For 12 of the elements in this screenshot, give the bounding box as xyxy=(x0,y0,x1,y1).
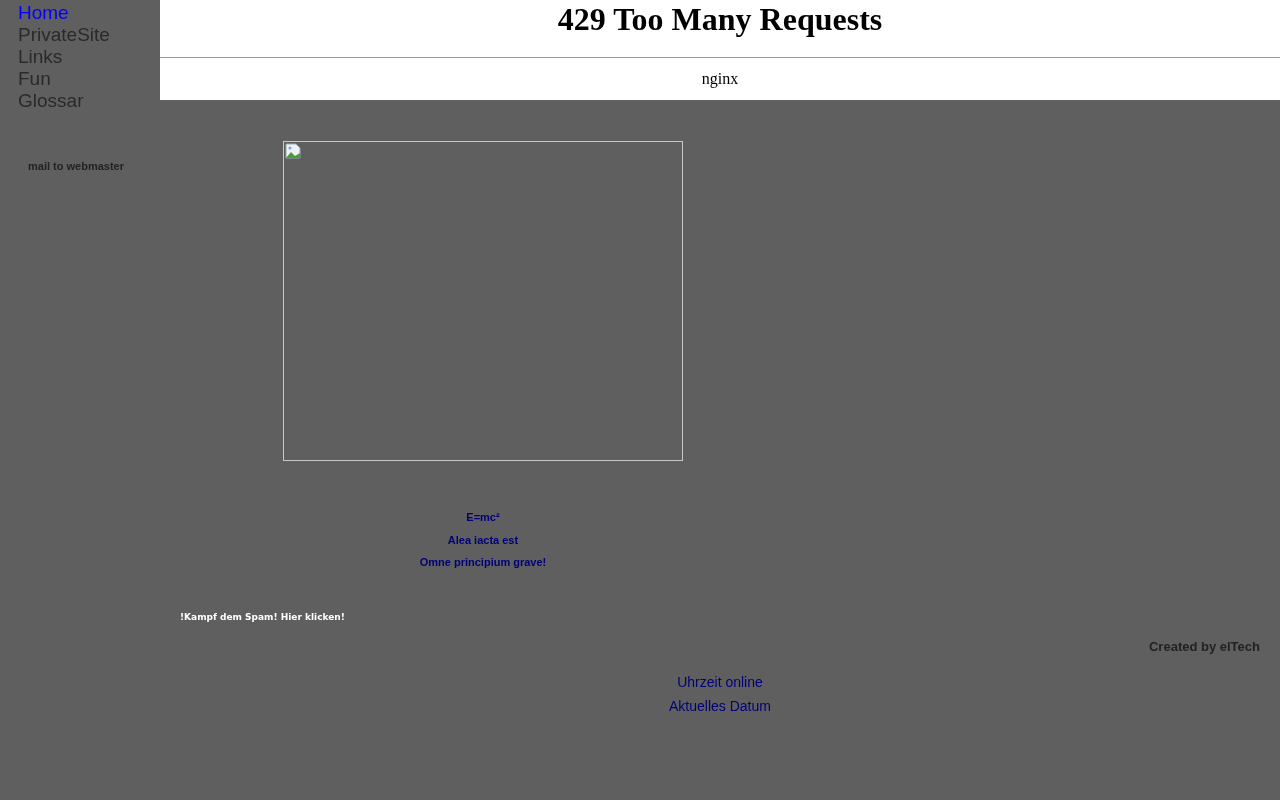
quote-text: Omne principium grave! xyxy=(418,556,548,568)
nav-link[interactable]: Home xyxy=(18,2,160,24)
footer-link[interactable]: Uhrzeit online xyxy=(677,674,763,690)
broken-image-icon xyxy=(285,143,301,159)
mail-link[interactable]: mail to webmaster xyxy=(28,158,124,175)
quote-text: E=mc² xyxy=(465,511,501,523)
footer-link[interactable]: Aktuelles Datum xyxy=(669,698,771,714)
server-name: nginx xyxy=(700,69,740,90)
quote-text: Alea iacta est xyxy=(446,533,520,546)
credit-text: Created by elTech xyxy=(1147,637,1261,656)
spam-link[interactable]: !Kampf dem Spam! Hier klicken! xyxy=(180,610,345,624)
error-title: 429 Too Many Requests xyxy=(556,0,884,37)
